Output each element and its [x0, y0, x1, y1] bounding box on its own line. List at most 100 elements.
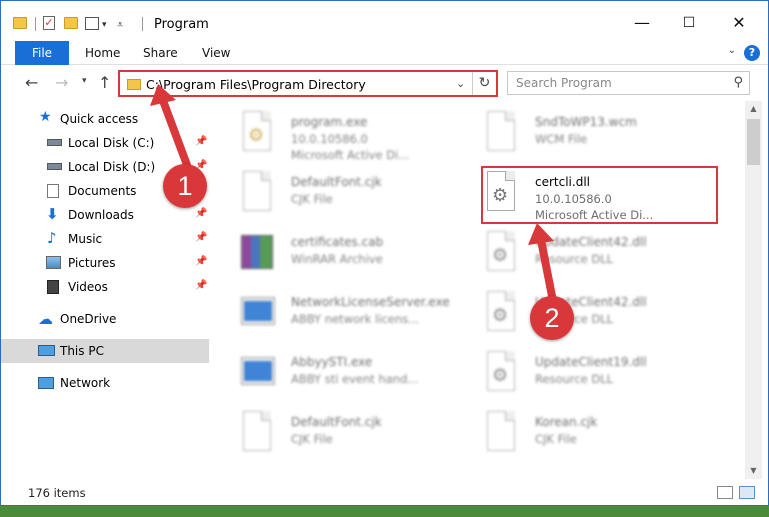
- computer-icon: [38, 345, 55, 356]
- documents-icon: [47, 184, 59, 198]
- music-icon: ♪: [47, 229, 57, 247]
- file-type: Resource DLL: [535, 372, 614, 386]
- folder-icon: [13, 17, 27, 29]
- close-button[interactable]: ✕: [719, 9, 759, 37]
- network-icon: [38, 377, 54, 389]
- callout-1: 1: [163, 164, 207, 208]
- file-name: NetworkLicenseServer.exe: [291, 295, 450, 309]
- customize-toolbar-icon[interactable]: ⩡: [117, 18, 123, 32]
- file-name: program.exe: [291, 115, 368, 129]
- sidebar-item-label: This PC: [60, 344, 104, 358]
- cloud-icon: ☁: [38, 310, 53, 328]
- callout-2: 2: [530, 296, 574, 340]
- pin-icon[interactable]: 📌: [195, 280, 207, 291]
- recent-locations-icon[interactable]: ▾: [82, 76, 87, 86]
- file-item[interactable]: ⚙ UpdateClient42.dll Resource DLL: [483, 227, 723, 283]
- sidebar-item-label: Quick access: [60, 112, 139, 126]
- file-list: ⚙ program.exe 10.0.10586.0 Microsoft Act…: [211, 101, 744, 479]
- expand-ribbon-icon[interactable]: ⌄: [728, 45, 736, 56]
- chevron-down-icon[interactable]: ▾: [102, 20, 107, 30]
- refresh-icon[interactable]: ↻: [472, 72, 496, 95]
- blank-file-icon: [483, 411, 519, 455]
- search-placeholder: Search Program: [516, 76, 612, 90]
- sidebar-item-label: Music: [68, 232, 103, 246]
- blank-file-icon: [239, 411, 275, 455]
- file-item[interactable]: ⚙ UpdateClient19.dll Resource DLL: [483, 347, 723, 403]
- file-item[interactable]: DefaultFont.cjk CJK File: [239, 407, 479, 463]
- scroll-down-arrow-icon[interactable]: ▼: [745, 463, 762, 479]
- file-name: DefaultFont.cjk: [291, 415, 382, 429]
- sidebar-item-label: Pictures: [68, 256, 116, 270]
- navigation-bar: ← → ▾ ↑ C:\Program Files\Program Directo…: [1, 67, 768, 99]
- item-count: 176 items: [28, 486, 86, 500]
- pictures-icon: [46, 256, 61, 269]
- status-bar: 176 items: [1, 481, 768, 505]
- dll-gear-icon: ⚙: [483, 231, 519, 275]
- file-name: DefaultFont.cjk: [291, 175, 382, 189]
- scroll-up-arrow-icon[interactable]: ▲: [745, 101, 762, 117]
- file-name: UpdateClient19.dll: [535, 355, 647, 369]
- sidebar-item-this-pc[interactable]: This PC: [1, 339, 209, 363]
- scroll-thumb[interactable]: [747, 119, 760, 165]
- search-box[interactable]: Search Program ⚲: [507, 71, 750, 95]
- minimize-button[interactable]: —: [622, 9, 662, 37]
- window-title: Program: [154, 17, 209, 32]
- view-options-icon[interactable]: [85, 17, 99, 30]
- file-type: CJK File: [535, 432, 577, 446]
- sidebar-item-pictures[interactable]: Pictures 📌: [1, 251, 209, 275]
- vertical-scrollbar[interactable]: ▲ ▼: [745, 101, 762, 479]
- sidebar-item-label: Downloads: [68, 208, 134, 222]
- file-item[interactable]: ⚙ UpdateClient42.dll Resource DLL: [483, 287, 723, 343]
- tiles-view-icon[interactable]: [739, 486, 755, 499]
- folder-icon: [127, 79, 141, 90]
- file-item[interactable]: ⚙ program.exe 10.0.10586.0 Microsoft Act…: [239, 107, 479, 163]
- pin-icon[interactable]: 📌: [195, 136, 207, 147]
- pin-icon[interactable]: 📌: [195, 208, 207, 219]
- file-item[interactable]: AbbyySTI.exe ABBY sti event hand...: [239, 347, 479, 403]
- details-view-icon[interactable]: [717, 486, 733, 499]
- file-name: UpdateClient42.dll: [535, 235, 647, 249]
- file-description: ABBY network licens...: [291, 312, 420, 326]
- pin-icon[interactable]: 📌: [195, 232, 207, 243]
- sidebar-item-network[interactable]: Network: [1, 371, 209, 395]
- dll-gear-icon: ⚙: [483, 351, 519, 395]
- address-dropdown-icon[interactable]: ⌄: [456, 77, 465, 90]
- exe-icon: [239, 291, 275, 335]
- forward-arrow-icon[interactable]: →: [55, 73, 68, 92]
- star-icon: ★: [39, 109, 52, 125]
- tab-view[interactable]: View: [202, 41, 230, 65]
- help-button[interactable]: ?: [744, 45, 760, 61]
- tab-file[interactable]: File: [15, 41, 69, 65]
- pin-icon[interactable]: 📌: [195, 256, 207, 267]
- file-item[interactable]: NetworkLicenseServer.exe ABBY network li…: [239, 287, 479, 343]
- back-arrow-icon[interactable]: ←: [25, 73, 38, 92]
- file-version: 10.0.10586.0: [291, 132, 368, 146]
- address-path[interactable]: C:\Program Files\Program Directory: [146, 77, 366, 92]
- search-icon[interactable]: ⚲: [733, 75, 743, 90]
- up-arrow-icon[interactable]: ↑: [98, 73, 111, 92]
- file-item[interactable]: DefaultFont.cjk CJK File: [239, 167, 479, 223]
- sidebar-item-music[interactable]: ♪ Music 📌: [1, 227, 209, 251]
- file-type: CJK File: [291, 432, 333, 446]
- download-icon: ⬇: [46, 205, 59, 223]
- file-type: CJK File: [291, 192, 333, 206]
- ribbon-tabs: File Home Share View ⌄ ?: [1, 41, 768, 65]
- sidebar-item-local-disk-c[interactable]: Local Disk (C:) 📌: [1, 131, 209, 155]
- file-item[interactable]: SndToWP13.wcm WCM File: [483, 107, 723, 163]
- file-item[interactable]: Korean.cjk CJK File: [483, 407, 723, 463]
- sidebar-item-onedrive[interactable]: ☁ OneDrive: [1, 307, 209, 331]
- tab-share[interactable]: Share: [143, 41, 178, 65]
- tab-home[interactable]: Home: [85, 41, 120, 65]
- drive-icon: [47, 163, 62, 170]
- file-item[interactable]: certificates.cab WinRAR Archive: [239, 227, 479, 283]
- address-bar[interactable]: C:\Program Files\Program Directory ⌄ ↻: [118, 70, 498, 97]
- sidebar-item-quick-access[interactable]: ★ Quick access: [1, 107, 209, 131]
- file-type: WinRAR Archive: [291, 252, 383, 266]
- certcli-highlight-box: [481, 166, 718, 224]
- properties-check-icon[interactable]: ✓: [43, 16, 55, 30]
- maximize-button[interactable]: ☐: [669, 9, 709, 37]
- file-name: AbbyySTI.exe: [291, 355, 373, 369]
- drive-icon: [47, 139, 62, 146]
- sidebar-item-videos[interactable]: Videos 📌: [1, 275, 209, 299]
- new-folder-icon[interactable]: [64, 17, 78, 29]
